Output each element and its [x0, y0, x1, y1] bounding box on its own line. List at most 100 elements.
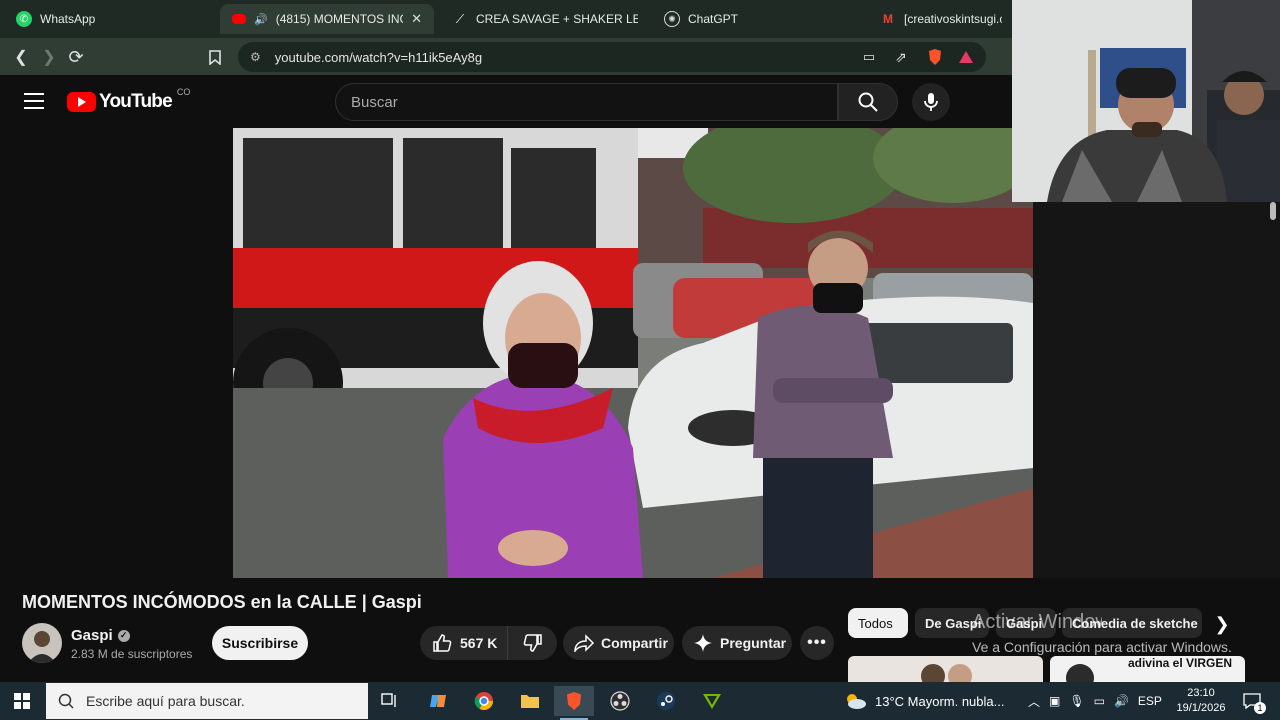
brave-shields-icon[interactable] — [924, 46, 946, 68]
bookmark-icon[interactable] — [204, 46, 226, 68]
steam-icon[interactable] — [646, 686, 686, 716]
search-icon — [858, 92, 878, 112]
like-count: 567 K — [460, 635, 498, 651]
windows-start-icon[interactable] — [0, 682, 44, 720]
webcam-frame — [1012, 0, 1280, 202]
weather-widget[interactable]: 13°C Mayorm. nubla... — [843, 682, 1004, 720]
system-tray: ︿ ▣ 🎙 ▭ 🔊 ESP — [1028, 682, 1162, 720]
tab-gmail[interactable]: M [creativoskintsugi.com — [868, 4, 1014, 34]
thumbnail-caption: adivina el VIRGEN — [1120, 656, 1240, 670]
recommended-thumbnail[interactable]: adivina el VIRGEN — [1050, 656, 1245, 682]
windows-taskbar: Escribe aquí para buscar. 13°C Mayorm. n… — [0, 682, 1280, 720]
chevron-up-icon[interactable]: ︿ — [1028, 693, 1040, 710]
brave-browser-icon[interactable] — [554, 686, 594, 720]
channel-avatar[interactable] — [22, 623, 62, 663]
tab-chatgpt[interactable]: ✺ ChatGPT — [652, 4, 862, 34]
volume-icon[interactable]: 🔊 — [1114, 694, 1129, 708]
tab-whatsapp[interactable]: ✆ WhatsApp — [4, 4, 218, 34]
video-player[interactable] — [233, 128, 1033, 578]
clock-time: 23:10 — [1187, 687, 1215, 699]
chip-todos[interactable]: Todos — [848, 608, 908, 638]
speaker-icon[interactable]: 🔊 — [254, 13, 268, 26]
search-box — [335, 83, 838, 121]
activation-line2: Ve a Configuración para activar Windows. — [972, 639, 1232, 655]
network-icon[interactable]: ▭ — [1094, 694, 1105, 708]
verified-check-icon: ✓ — [117, 629, 130, 642]
cast-icon[interactable]: ▭ — [858, 46, 880, 68]
tab-title: [creativoskintsugi.com — [904, 12, 1002, 26]
dislike-button[interactable] — [508, 633, 557, 653]
url-text: youtube.com/watch?v=h11ik5eAy8g — [274, 49, 483, 65]
back-icon[interactable]: ❮ — [10, 46, 32, 68]
tab-title: ChatGPT — [688, 12, 739, 26]
tab-capcut[interactable]: ⟋ CREA SAVAGE + SHAKER LEGEND — [440, 4, 650, 34]
search-button[interactable] — [838, 83, 898, 121]
thumbs-up-icon — [433, 634, 452, 652]
notification-center-icon[interactable]: 1 — [1240, 690, 1266, 714]
channel-name-text: Gaspi — [71, 627, 113, 644]
forward-icon[interactable]: ❯ — [38, 46, 60, 68]
brave-rewards-icon[interactable] — [955, 46, 977, 68]
thumbs-down-icon — [523, 634, 542, 652]
sparkle-icon — [694, 634, 712, 652]
like-button[interactable]: 567 K — [420, 626, 508, 660]
ask-button[interactable]: Preguntar — [682, 626, 792, 660]
video-title: MOMENTOS INCÓMODOS en la CALLE | Gaspi — [22, 592, 422, 612]
menu-icon[interactable] — [24, 93, 44, 109]
video-frame — [233, 128, 1033, 578]
share-button[interactable]: Compartir — [563, 626, 674, 660]
tab-title: WhatsApp — [40, 12, 96, 26]
file-explorer-icon[interactable] — [510, 686, 550, 716]
meet-now-icon[interactable]: ▣ — [1049, 694, 1060, 708]
clock-date: 19/1/2026 — [1176, 702, 1226, 714]
activation-line1: Activar Windows — [972, 611, 1102, 633]
subscribe-button[interactable]: Suscribirse — [212, 626, 308, 660]
close-tab-icon[interactable]: ✕ — [411, 11, 422, 27]
weather-text: 13°C Mayorm. nubla... — [875, 693, 1005, 709]
youtube-play-icon — [67, 92, 96, 112]
logo-wordmark: YouTube — [99, 91, 173, 112]
thumbnail-text: adivina el VIRGEN — [1127, 656, 1233, 670]
capcut-icon: ⟋ — [455, 11, 465, 26]
nvidia-icon[interactable] — [692, 686, 732, 716]
tab-title: (4815) MOMENTOS INCÓM — [275, 12, 403, 26]
microphone-icon[interactable]: 🎙 — [1069, 694, 1084, 708]
country-code: CO — [176, 87, 191, 97]
webcam-overlay — [1012, 0, 1280, 202]
scrollbar-thumb[interactable] — [1270, 202, 1276, 220]
share-icon — [574, 634, 595, 652]
language-indicator[interactable]: ESP — [1138, 694, 1162, 708]
youtube-icon — [232, 14, 246, 24]
gmail-icon: M — [883, 12, 893, 26]
more-icon: ••• — [807, 634, 827, 651]
voice-search-button[interactable] — [912, 83, 950, 121]
task-view-icon[interactable] — [370, 686, 410, 716]
share-label: Compartir — [601, 635, 668, 651]
windows-activation-watermark: Activar Windows Ve a Configuración para … — [972, 611, 1252, 655]
chrome-icon[interactable] — [464, 686, 504, 716]
copilot-icon[interactable] — [418, 686, 458, 716]
tab-youtube[interactable]: 🔊 (4815) MOMENTOS INCÓM ✕ — [220, 4, 434, 34]
microphone-icon — [924, 93, 938, 111]
search-input[interactable] — [336, 84, 837, 120]
chatgpt-icon: ✺ — [664, 11, 680, 27]
whatsapp-icon: ✆ — [16, 11, 32, 27]
obs-icon[interactable] — [600, 686, 640, 716]
search-icon — [58, 693, 74, 709]
weather-cloud-icon — [847, 694, 866, 709]
tab-title: CREA SAVAGE + SHAKER LEGEND — [476, 12, 638, 26]
subscriber-count: 2.83 M de suscriptores — [71, 647, 193, 661]
notification-badge: 1 — [1254, 702, 1266, 714]
channel-name[interactable]: Gaspi ✓ — [71, 627, 130, 644]
site-info-icon[interactable]: ⚙ — [250, 50, 261, 64]
taskbar-search[interactable]: Escribe aquí para buscar. — [46, 683, 368, 719]
more-actions-button[interactable]: ••• — [800, 626, 834, 660]
reload-icon[interactable]: ⟳ — [65, 46, 87, 68]
clock[interactable]: 23:10 19/1/2026 — [1172, 686, 1230, 716]
like-dislike-group: 567 K — [420, 626, 557, 660]
youtube-logo[interactable]: YouTube CO — [67, 87, 190, 113]
recommended-thumbnail[interactable] — [848, 656, 1043, 682]
share-page-icon[interactable]: ⇗ — [890, 46, 912, 68]
right-sidebar-dark — [1033, 202, 1280, 578]
taskbar-search-placeholder: Escribe aquí para buscar. — [86, 693, 245, 709]
